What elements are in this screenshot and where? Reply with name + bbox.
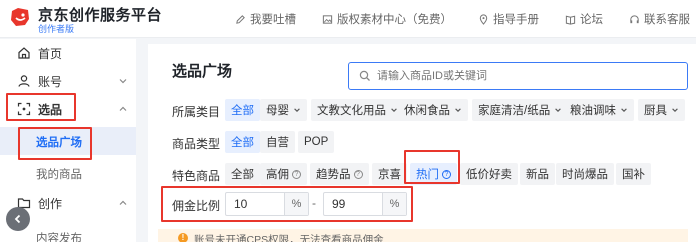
guide-link-label: 指导手册: [493, 14, 539, 26]
sidebar-item-create-label: 创作: [38, 196, 63, 211]
category-chip-stationery[interactable]: 文教文化用品: [311, 99, 404, 121]
sidebar-item-account[interactable]: 账号: [0, 67, 136, 95]
permission-notice: ! 账号未开通CPS权限，无法查看商品佣金: [158, 229, 688, 242]
sidebar-item-selection-square[interactable]: 选品广场: [0, 127, 136, 155]
permission-notice-text: 账号未开通CPS权限，无法查看商品佣金: [194, 234, 384, 242]
commission-min-field[interactable]: 10 %: [225, 192, 309, 216]
commission-min-value: 10: [234, 197, 248, 211]
forum-link-label: 论坛: [580, 14, 603, 26]
chevron-down-icon: [391, 108, 397, 112]
feature-chip-hot[interactable]: 热门?: [410, 163, 457, 185]
percent-unit: %: [284, 193, 308, 215]
chevron-up-icon: [119, 106, 127, 111]
feature-chip-subsidy[interactable]: 国补: [616, 163, 651, 185]
chevron-down-icon: [621, 108, 627, 112]
category-filter-label: 所属类目: [172, 105, 221, 119]
help-icon[interactable]: ?: [292, 169, 301, 179]
percent-unit: %: [382, 193, 406, 215]
home-icon: [18, 47, 30, 59]
sidebar-item-selection-square-label: 选品广场: [36, 137, 82, 149]
chevron-up-icon: [119, 200, 127, 205]
chevron-down-icon: [672, 108, 678, 112]
type-chip-pop[interactable]: POP: [298, 131, 335, 153]
warning-icon: !: [178, 233, 188, 242]
headset-icon: [630, 14, 639, 23]
location-pin-icon: [479, 13, 488, 25]
feature-chip-fashion[interactable]: 时尚爆品: [556, 163, 614, 185]
sidebar-item-selection-label: 选品: [38, 102, 63, 117]
chevron-down-icon: [119, 79, 127, 84]
guide-link[interactable]: 指导手册: [478, 11, 539, 27]
commission-filter-label: 佣金比例: [172, 199, 221, 213]
sidebar-item-home-label: 首页: [38, 46, 63, 61]
category-chip-kitchenware[interactable]: 厨具: [638, 99, 685, 121]
category-chip-all[interactable]: 全部: [225, 99, 260, 121]
feature-chip-high-commission[interactable]: 高佣?: [260, 163, 307, 185]
search-icon: [359, 70, 370, 81]
page-title: 选品广场: [172, 63, 233, 80]
help-icon[interactable]: ?: [353, 169, 363, 179]
chevron-down-icon: [294, 108, 300, 112]
top-bar: 京东创作服务平台 创作者版 我要吐槽 版权素材中心（免费） 指导手册 论坛 联系…: [0, 0, 696, 38]
forum-link[interactable]: 论坛: [565, 11, 603, 27]
pen-icon: [236, 14, 245, 24]
category-chip-cleaning[interactable]: 家庭清洁/纸品: [472, 99, 569, 121]
book-icon: [565, 15, 576, 25]
sidebar-item-my-products-label: 我的商品: [36, 169, 82, 181]
user-icon: [18, 75, 30, 87]
feature-chip-low-price[interactable]: 低价好卖: [460, 163, 518, 185]
contact-support-link[interactable]: 联系客服: [629, 11, 690, 27]
brand-subtitle: 创作者版: [38, 24, 75, 34]
feature-filter-label: 特色商品: [172, 169, 221, 183]
feedback-link[interactable]: 我要吐槽: [235, 11, 296, 27]
sidebar: 首页 账号 选品 选品广场 我的商品 创作 内容发布: [0, 39, 136, 242]
type-chip-self-operated[interactable]: 自营: [260, 131, 295, 153]
copyright-material-link[interactable]: 版权素材中心（免费）: [322, 11, 452, 27]
search-box[interactable]: [348, 62, 688, 90]
sidebar-item-content-publish-label: 内容发布: [36, 233, 82, 242]
help-icon[interactable]: ?: [442, 169, 451, 179]
feature-chip-jingxi[interactable]: 京喜: [372, 163, 407, 185]
contact-support-link-label: 联系客服: [644, 14, 690, 26]
sidebar-item-home[interactable]: 首页: [0, 39, 136, 67]
type-chip-all[interactable]: 全部: [225, 131, 260, 153]
jd-logo-icon[interactable]: [8, 5, 32, 29]
commission-max-field[interactable]: 99 %: [323, 192, 407, 216]
sidebar-item-account-label: 账号: [38, 74, 63, 89]
sidebar-item-selection[interactable]: 选品: [0, 95, 136, 123]
category-chip-baby[interactable]: 母婴: [260, 99, 307, 121]
main-panel: 选品广场 所属类目 全部 母婴 文教文化用品 休闲食品 家庭清洁/纸品 粮油调味…: [148, 44, 696, 242]
commission-max-value: 99: [332, 197, 346, 211]
feature-chip-trending[interactable]: 趋势品?: [310, 163, 369, 185]
product-type-filter-label: 商品类型: [172, 137, 221, 151]
feature-chip-all[interactable]: 全部: [225, 163, 260, 185]
search-input[interactable]: [377, 70, 677, 82]
image-icon: [322, 14, 333, 24]
chevron-down-icon: [555, 108, 561, 112]
top-links: 我要吐槽 版权素材中心（免费） 指导手册 论坛 联系客服: [209, 0, 690, 38]
category-chip-grain-oil[interactable]: 粮油调味: [564, 99, 634, 121]
sidebar-collapse-button[interactable]: [6, 207, 30, 231]
copyright-material-link-label: 版权素材中心（免费）: [337, 14, 452, 26]
scan-icon: [17, 102, 31, 116]
feature-chip-new[interactable]: 新品: [520, 163, 555, 185]
range-separator: -: [312, 196, 316, 210]
chevron-down-icon: [455, 108, 461, 112]
feedback-link-label: 我要吐槽: [250, 14, 296, 26]
category-chip-snacks[interactable]: 休闲食品: [398, 99, 468, 121]
sidebar-item-my-products[interactable]: 我的商品: [0, 159, 136, 187]
chevron-left-icon: [14, 214, 21, 224]
